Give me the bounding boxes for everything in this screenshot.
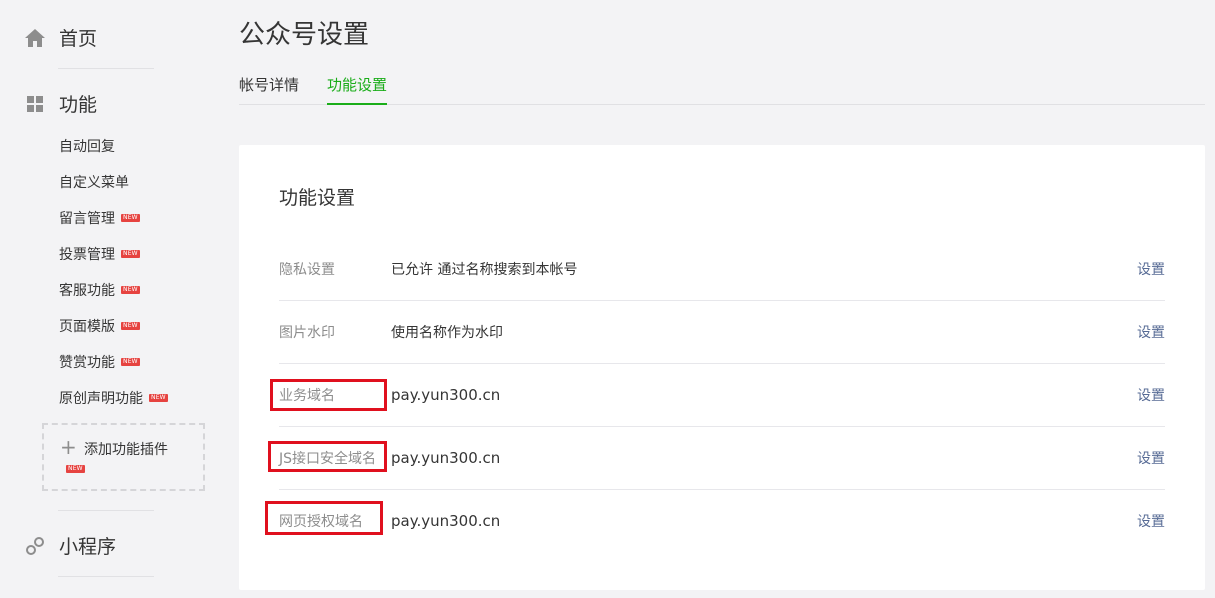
add-plugin-label: 添加功能插件 (84, 442, 168, 458)
sidebar-item-label: 赞赏功能 (59, 355, 115, 371)
setting-action-link[interactable]: 设置 (1137, 385, 1165, 405)
setting-key: 图片水印 (279, 325, 335, 341)
setting-key: JS接口安全域名 (279, 451, 377, 467)
add-plugin-button[interactable]: + 添加功能插件 NEW (42, 423, 205, 491)
plus-icon: + (60, 435, 77, 459)
new-badge: NEW (66, 465, 85, 473)
tab-account-details[interactable]: 帐号详情 (239, 74, 299, 105)
nav-home[interactable]: 首页 (24, 24, 97, 51)
setting-key: 业务域名 (279, 388, 335, 404)
setting-action-link[interactable]: 设置 (1137, 259, 1165, 279)
sidebar-divider (58, 510, 154, 511)
setting-key: 隐私设置 (279, 261, 335, 278)
card-title: 功能设置 (279, 187, 356, 209)
sidebar-divider (58, 68, 154, 69)
setting-action-link[interactable]: 设置 (1137, 511, 1165, 531)
sidebar-item-voting[interactable]: 投票管理 NEW (59, 244, 140, 264)
setting-row-js-domain: JS接口安全域名 pay.yun300.cn 设置 (279, 426, 1165, 489)
new-badge: NEW (121, 250, 140, 258)
setting-key: 网页授权域名 (279, 514, 363, 530)
sidebar-item-label: 客服功能 (59, 283, 115, 299)
setting-value: 已允许 通过名称搜索到本帐号 (391, 261, 578, 278)
setting-action-link[interactable]: 设置 (1137, 448, 1165, 468)
sidebar-item-custom-menu[interactable]: 自定义菜单 (59, 172, 129, 192)
sidebar-item-auto-reply[interactable]: 自动回复 (59, 136, 115, 156)
sidebar: 首页 功能 自动回复 自定义菜单 留言管理 NEW 投票管理 NEW 客服功能 … (0, 0, 215, 598)
sidebar-item-page-template[interactable]: 页面模版 NEW (59, 316, 140, 336)
setting-row-watermark: 图片水印 使用名称作为水印 设置 (279, 300, 1165, 363)
sidebar-item-label: 页面模版 (59, 319, 115, 335)
grid-icon (24, 93, 46, 115)
sidebar-item-label: 留言管理 (59, 211, 115, 227)
home-icon (24, 27, 46, 49)
nav-mini-program[interactable]: 小程序 (24, 532, 116, 559)
tab-function-settings[interactable]: 功能设置 (327, 74, 388, 105)
sidebar-item-label: 投票管理 (59, 247, 115, 263)
settings-card: 功能设置 隐私设置 已允许 通过名称搜索到本帐号 设置 图片水印 使用名称作为水… (239, 145, 1205, 590)
sidebar-item-label: 自定义菜单 (59, 175, 129, 191)
sidebar-divider (58, 576, 154, 577)
setting-value: pay.yun300.cn (391, 386, 501, 404)
setting-row-business-domain: 业务域名 pay.yun300.cn 设置 (279, 363, 1165, 426)
setting-value: pay.yun300.cn (391, 512, 501, 530)
setting-action-link[interactable]: 设置 (1137, 322, 1165, 342)
new-badge: NEW (121, 322, 140, 330)
setting-row-privacy: 隐私设置 已允许 通过名称搜索到本帐号 设置 (279, 237, 1165, 300)
sidebar-item-label: 原创声明功能 (59, 391, 143, 407)
nav-functions-label: 功能 (59, 94, 98, 116)
new-badge: NEW (121, 286, 140, 294)
nav-functions[interactable]: 功能 (24, 90, 97, 117)
page-title: 公众号设置 (239, 20, 370, 50)
new-badge: NEW (121, 358, 140, 366)
sidebar-item-label: 自动回复 (59, 139, 115, 155)
sidebar-item-comments[interactable]: 留言管理 NEW (59, 208, 140, 228)
sidebar-item-reward[interactable]: 赞赏功能 NEW (59, 352, 140, 372)
new-badge: NEW (121, 214, 140, 222)
nav-home-label: 首页 (59, 28, 98, 50)
link-icon (24, 535, 46, 557)
nav-mini-program-label: 小程序 (59, 536, 117, 558)
tab-bar: 帐号详情 功能设置 (239, 66, 1205, 105)
new-badge: NEW (149, 394, 168, 402)
setting-value: pay.yun300.cn (391, 449, 501, 467)
sidebar-item-original-declaration[interactable]: 原创声明功能 NEW (59, 388, 168, 408)
sidebar-item-customer-service[interactable]: 客服功能 NEW (59, 280, 140, 300)
setting-value: 使用名称作为水印 (391, 325, 503, 341)
setting-row-oauth-domain: 网页授权域名 pay.yun300.cn 设置 (279, 489, 1165, 552)
